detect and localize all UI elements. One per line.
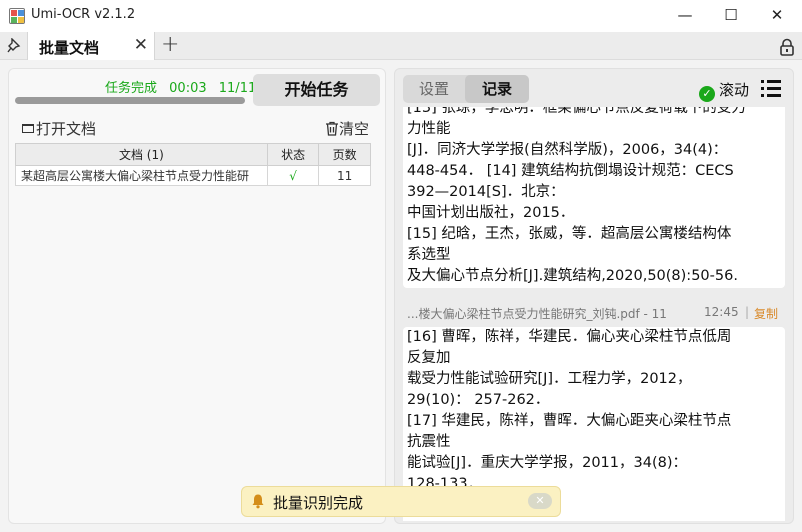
trash-icon (326, 121, 338, 136)
auto-scroll-label: 滚动 (719, 81, 750, 99)
results-panel: 设置 记录 ✓ 滚动 [13] 张琼，李忠明．框架偏心节点反复荷载下的受力 力性能… (394, 68, 794, 524)
tab-records[interactable]: 记录 (465, 75, 529, 103)
progress-bar-fill (15, 97, 245, 104)
menu-icon[interactable] (761, 80, 781, 98)
toast-close-icon[interactable]: ✕ (528, 493, 552, 509)
doc-status-cell: √ (266, 165, 320, 186)
lock-icon[interactable] (778, 38, 796, 56)
elapsed-time: 00:03 (169, 81, 207, 96)
add-tab-button[interactable]: + (161, 33, 179, 57)
record-text-1[interactable]: [13] 张琼，李忠明．框架偏心节点反复荷载下的受力 力性能 [J]．同济大学学… (403, 107, 785, 288)
tab-close-icon[interactable]: ✕ (134, 35, 148, 55)
doc-table: 文档 (1) 状态 页数 某超高层公寓楼大偏心梁柱节点受力性能研 √ 11 (15, 143, 371, 186)
record-2-header: ...楼大偏心梁柱节点受力性能研究_刘钝.pdf - 11 12:45 | 复制 (407, 305, 779, 322)
doc-name-cell: 某超高层公寓楼大偏心梁柱节点受力性能研 (15, 165, 268, 186)
start-task-button[interactable]: 开始任务 (253, 74, 380, 106)
task-status-text: 任务完成 (105, 81, 158, 96)
check-circle-icon: ✓ (699, 86, 715, 102)
column-doc[interactable]: 文档 (1) (15, 143, 268, 166)
clear-button[interactable]: 清空 (325, 118, 369, 139)
progress-count: 11/11 (218, 81, 257, 96)
record-1-line: 448-454． [14] 建筑结构抗倒塌设计规范：CECS (407, 163, 734, 179)
record-1-line: 及大偏心节点分析[J].建筑结构,2020,50(8):50-56. (407, 268, 738, 284)
app-icon (9, 8, 25, 24)
record-1-line: 392—2014[S]．北京： (407, 184, 565, 200)
record-2-separator: | (745, 305, 750, 319)
record-2-line: 能试验[J]．重庆大学学报，2011，34(8)： (407, 455, 687, 471)
window-title: Umi-OCR v2.1.2 (31, 7, 136, 22)
tab-settings[interactable]: 设置 (403, 75, 465, 103)
record-1-line: [J]．同济大学学报(自然科学版)，2006，34(4)： (407, 142, 728, 158)
table-row[interactable]: 某超高层公寓楼大偏心梁柱节点受力性能研 √ 11 (15, 165, 371, 186)
open-doc-button[interactable]: 打开文档 (22, 118, 96, 139)
record-1-line: [13] 张琼，李忠明．框架偏心节点反复荷载下的受力 (407, 107, 746, 116)
record-2-filename: ...楼大偏心梁柱节点受力性能研究_刘钝.pdf - 11 (407, 307, 667, 321)
copy-button[interactable]: 复制 (754, 305, 778, 322)
folder-icon (22, 124, 34, 133)
record-1-line: [15] 纪晗，王杰，张威，等．超高层公寓楼结构体 (407, 226, 732, 242)
view-switcher: 设置 记录 (403, 75, 529, 103)
toast-message: 批量识别完成 (273, 494, 364, 512)
open-doc-label: 打开文档 (36, 120, 97, 138)
record-2-line: 载受力性能试验研究[J]．工程力学，2012， (407, 371, 692, 387)
clear-label: 清空 (339, 120, 370, 138)
pin-icon[interactable] (7, 38, 21, 54)
task-status-line: 任务完成 00:03 11/11 (105, 77, 264, 96)
batch-task-panel: 任务完成 00:03 11/11 开始任务 打开文档 清空 文档 (1) 状态 … (8, 68, 386, 524)
doc-table-header: 文档 (1) 状态 页数 (15, 143, 371, 166)
title-bar: Umi-OCR v2.1.2 — ☐ ✕ (0, 0, 802, 32)
doc-pages-cell: 11 (318, 165, 371, 186)
record-1-line: 中国计划出版社，2015． (407, 205, 575, 221)
minimize-button[interactable]: — (662, 0, 708, 32)
column-status[interactable]: 状态 (266, 143, 320, 166)
record-2-line: [17] 华建民，陈祥，曹晖．大偏心距夹心梁柱节点 (407, 413, 732, 429)
tab-batch-doc[interactable]: 批量文档 ✕ (27, 32, 155, 60)
record-1-line: 系选型 (407, 247, 451, 263)
bell-icon (252, 494, 264, 509)
close-window-button[interactable]: ✕ (754, 0, 800, 32)
auto-scroll-toggle[interactable]: ✓ 滚动 (699, 79, 749, 102)
tab-batch-doc-label: 批量文档 (39, 39, 100, 57)
progress-bar (15, 97, 245, 104)
record-2-line: 29(10)： 257-262． (407, 392, 550, 408)
column-pages[interactable]: 页数 (318, 143, 371, 166)
record-2-time: 12:45 (704, 305, 739, 319)
notification-toast: 批量识别完成 ✕ (241, 486, 561, 517)
record-2-line: 反复加 (407, 350, 451, 366)
maximize-button[interactable]: ☐ (708, 0, 754, 32)
record-2-line: [16] 曹晖，陈祥，华建民．偏心夹心梁柱节点低周 (407, 329, 732, 345)
record-2-line: 抗震性 (407, 434, 451, 450)
records-list[interactable]: [13] 张琼，李忠明．框架偏心节点反复荷载下的受力 力性能 [J]．同济大学学… (403, 107, 785, 521)
record-1-line: 力性能 (407, 121, 451, 137)
tab-bar: 批量文档 ✕ + (0, 32, 802, 60)
